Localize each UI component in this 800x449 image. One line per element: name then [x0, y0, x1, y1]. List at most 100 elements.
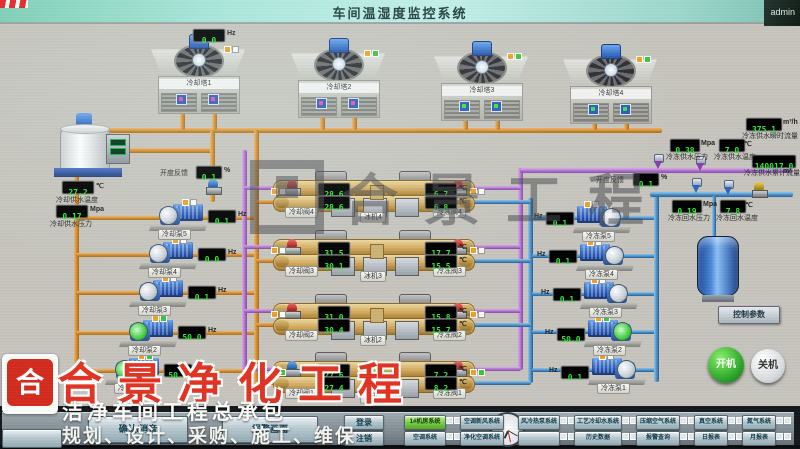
nav-heat-pump-button[interactable]: 风冷热泵系统 [518, 415, 560, 430]
temp-unit: ℃ [459, 320, 467, 328]
condenser-valve-icon[interactable] [285, 303, 299, 319]
tower-label: 冷却塔1 [159, 79, 239, 89]
chiller-purple-stub [244, 245, 274, 249]
tower2-pipe-b [352, 116, 357, 130]
status-chips [364, 50, 379, 57]
cooling-tower-3[interactable]: 冷却塔3 [433, 45, 529, 119]
stop-button[interactable]: 关机 [751, 349, 785, 383]
temp-unit: ℃ [459, 365, 467, 373]
chiller-cw-in-display: 31.0 [318, 306, 350, 319]
chilled-pump-5[interactable] [576, 205, 628, 231]
pump-label: 冷冻泵4 [585, 269, 618, 280]
tower-valve-icon[interactable] [491, 101, 502, 112]
return-valve-icon[interactable] [752, 182, 766, 198]
chiller-status-icon [370, 185, 384, 200]
tank-top [60, 124, 110, 134]
nav-vacuum-button[interactable]: 真空系统 [694, 415, 728, 430]
cooling-tower-1[interactable]: 冷却塔1 [150, 38, 246, 112]
tower-valve-icon[interactable] [348, 98, 359, 109]
chiller-chw-in-display: 6.8 [425, 196, 457, 209]
nav-history-button[interactable]: 历史数据 [574, 431, 622, 446]
hz-unit: Hz [549, 367, 558, 374]
cooling-header-pipe [74, 128, 662, 133]
valve-feedback-display: 0.1 [633, 173, 659, 186]
nav-fresh-air-button[interactable]: 空调新风系统 [460, 415, 504, 430]
tower-valve-icon[interactable] [588, 104, 599, 115]
cooling-tower-2[interactable]: 冷却塔2 [290, 42, 386, 116]
pump-hz-display: 0.1 [561, 366, 589, 379]
water-treatment-tank[interactable] [60, 128, 110, 170]
pump-hz-display: 0.0 [198, 248, 226, 261]
chw-supply-riser [518, 168, 523, 370]
tower-label: 冷却塔4 [571, 89, 651, 99]
chilled-pump-4[interactable] [579, 243, 631, 269]
chw-total-flow-display: 140017.0 [752, 155, 796, 168]
tower-valve-icon[interactable] [620, 104, 631, 115]
chilled-pump-3[interactable] [583, 281, 635, 307]
chw-press-display: 0.38 [670, 139, 700, 152]
nav-process-water-button[interactable]: 工艺冷却水系统 [574, 415, 622, 430]
chiller-chw-out-display: 17.7 [425, 242, 457, 255]
chilled-pump-1[interactable] [591, 357, 643, 383]
temp-unit: ℃ [459, 307, 467, 315]
condenser-valve-icon[interactable] [285, 239, 299, 255]
fan-hub-icon [192, 53, 206, 67]
chiller-cw-out-display: 30.4 [318, 319, 350, 332]
valve-label: 冷却阀4 [285, 207, 318, 218]
tower-valve-icon[interactable] [176, 94, 187, 105]
tower-label: 冷却塔3 [442, 86, 522, 96]
control-params-button[interactable]: 控制参数 [718, 306, 780, 324]
pressure-transmitter-icon [652, 154, 664, 169]
press-unit: Mpa [701, 140, 715, 147]
condenser-valve-icon[interactable] [285, 180, 299, 196]
toolbar-button[interactable] [2, 429, 62, 448]
chiller-chw-out-display: 15.8 [425, 306, 457, 319]
cooling-pump-4[interactable] [142, 241, 194, 267]
chiller-2[interactable]: 31.0 30.4 15.8 ℃ 15.7 ℃ 冷却阀2 冰机2 冷冻阀2 [273, 297, 473, 343]
cooling-pump-2[interactable] [122, 319, 174, 345]
expansion-tank [697, 236, 739, 296]
chw-flow-display: 375.1 [746, 118, 782, 131]
start-button[interactable]: 开机 [708, 347, 744, 383]
cooling-pump-5[interactable] [152, 203, 204, 229]
status-chips [224, 46, 239, 53]
chiller-chw-in-display: 15.5 [425, 255, 457, 268]
chiller-label: 冰机4 [360, 212, 386, 223]
pump-label: 冷冻泵5 [582, 231, 615, 242]
nav-hvac-button[interactable]: 空调系统 [404, 431, 446, 446]
valve-label: 冷却阀3 [285, 266, 318, 277]
cooling-tower-4[interactable]: 冷却塔4 [562, 48, 658, 122]
chiller-3[interactable]: 31.5 30.1 17.7 ℃ 15.5 ℃ 冷却阀3 冰机3 冷冻阀3 [273, 233, 473, 279]
tower-valve-icon[interactable] [316, 98, 327, 109]
nav-plant1-button[interactable]: 1#机房系统 [404, 415, 446, 430]
pump-label: 冷却泵4 [148, 267, 181, 278]
nav-daily-report-button[interactable]: 日报表 [694, 431, 728, 446]
fan-motor-icon [472, 41, 492, 56]
chiller-chw-stub [473, 200, 531, 204]
chiller-status-icon [370, 308, 384, 323]
nav-compressed-air-button[interactable]: 压缩空气系统 [636, 415, 680, 430]
chiller-4[interactable]: 28.6 28.6 6.7 ℃ 6.8 ℃ 冷却阀4 冰机4 冷冻阀4 [273, 174, 473, 220]
temp-unit: ℃ [744, 140, 752, 148]
brand-logo-icon: 合 [2, 354, 58, 414]
nav-monthly-report-button[interactable]: 月报表 [742, 431, 776, 446]
tower-body: 冷却塔4 [570, 86, 652, 124]
pump-hz-display: 50.0 [557, 328, 585, 341]
cooling-pump-3[interactable] [132, 279, 184, 305]
hz-unit: Hz [238, 211, 247, 218]
nav-nitrogen-button[interactable]: 氮气系统 [742, 415, 776, 430]
tower-valve-icon[interactable] [459, 101, 470, 112]
nav-button[interactable] [518, 431, 560, 446]
percent-unit: % [224, 167, 230, 174]
temp-unit: ℃ [459, 256, 467, 264]
status-chips [636, 56, 651, 63]
pump-hz-display: 0.1 [549, 250, 577, 263]
hz-unit: Hz [218, 287, 227, 294]
tank-control-panel [106, 134, 130, 164]
chilled-pump-2[interactable] [587, 319, 639, 345]
pump-hz-display: 0.1 [546, 212, 574, 225]
nav-clean-hvac-button[interactable]: 净化空调系统 [460, 431, 504, 446]
tower-grille [341, 97, 377, 116]
tower-valve-icon[interactable] [208, 94, 219, 105]
nav-alarm-query-button[interactable]: 报警查询 [636, 431, 680, 446]
